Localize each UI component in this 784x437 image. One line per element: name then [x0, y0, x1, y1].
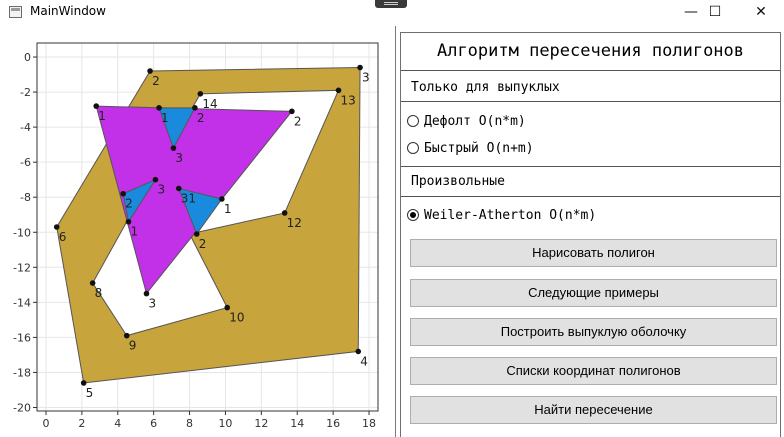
separator — [401, 196, 780, 197]
separator — [401, 70, 780, 71]
vertex-label: 2 — [199, 237, 207, 251]
y-tick-label: -18 — [13, 366, 31, 379]
vertex-point — [193, 231, 200, 237]
radio-default-circle[interactable] — [407, 115, 419, 127]
radio-fast-circle[interactable] — [407, 142, 419, 154]
draw-polygon-button[interactable]: Нарисовать полигон — [410, 239, 777, 267]
vertex-point — [120, 190, 126, 197]
vertex-point — [357, 64, 363, 71]
close-button[interactable]: ✕ — [738, 0, 784, 26]
panel-title: Алгоритм пересечения полигонов — [436, 41, 745, 61]
x-tick-label: 12 — [254, 417, 268, 430]
radio-weiler-label: Weiler-Atherton O(n*m) — [424, 207, 597, 223]
vertex-label: 10 — [229, 311, 244, 325]
vertex-label: 1 — [131, 225, 139, 239]
vertex-label: 4 — [360, 354, 368, 368]
y-tick-label: -8 — [20, 191, 31, 204]
vertex-point — [197, 91, 204, 97]
y-tick-label: -20 — [13, 401, 31, 414]
vertex-point — [175, 185, 182, 192]
vertex-point — [170, 145, 177, 151]
vertex-point — [224, 304, 231, 311]
vertex-point — [219, 196, 225, 202]
y-tick-label: -6 — [20, 156, 31, 169]
vertex-label: 1 — [161, 111, 169, 125]
vertex-label: 2 — [197, 111, 205, 125]
vertex-label: 2 — [152, 74, 160, 88]
y-tick-label: -4 — [20, 121, 31, 134]
vertex-point — [156, 105, 162, 111]
separator — [401, 101, 780, 102]
build-convex-hull-button[interactable]: Построить выпуклую оболочку — [410, 318, 777, 346]
y-tick-label: 0 — [24, 51, 31, 64]
vertex-point — [125, 218, 132, 225]
algorithm-panel: Алгоритм пересечения полигонов Только дл… — [400, 32, 781, 437]
vertex-point — [80, 380, 87, 386]
vertex-label: 9 — [129, 339, 137, 353]
vertex-label: 3 — [175, 151, 183, 165]
radio-default[interactable]: Дефолт O(n*m) — [407, 112, 526, 130]
radio-default-label: Дефолт O(n*m) — [424, 113, 526, 129]
coordinate-lists-button[interactable]: Списки координат полигонов — [410, 357, 777, 385]
vertex-point — [89, 280, 96, 286]
radio-weiler-atherton[interactable]: Weiler-Atherton O(n*m) — [407, 206, 596, 224]
vertex-label: 5 — [86, 386, 94, 400]
convex-section-label: Только для выпуклых — [411, 80, 560, 95]
vertex-label: 3 — [157, 183, 165, 197]
radio-fast-label: Быстрый O(n+m) — [424, 140, 534, 156]
x-tick-label: 14 — [290, 417, 304, 430]
y-tick-label: -16 — [13, 331, 31, 344]
x-tick-label: 0 — [42, 417, 49, 430]
radio-fast[interactable]: Быстрый O(n+m) — [407, 139, 534, 157]
vertex-label: 3 — [148, 297, 156, 311]
polygon-plot[interactable]: 0 2 4 6 8 10 12 14 16 18 0 -2 -4 -6 -8 -10 -12 -14 -16 -18-… — [0, 26, 392, 437]
vertex-point — [123, 332, 130, 339]
vertex-point — [335, 87, 342, 94]
arbitrary-section-label: Произвольные — [411, 174, 505, 189]
x-tick-label: 4 — [114, 417, 121, 430]
y-tick-label: -12 — [13, 261, 31, 274]
x-tick-label: 8 — [186, 417, 193, 430]
vertex-point — [143, 290, 150, 297]
vertex-label: 2 — [294, 114, 302, 128]
x-tick-label: 16 — [326, 417, 340, 430]
x-tick-label: 10 — [218, 417, 232, 430]
vertex-point — [355, 348, 362, 355]
vertical-divider[interactable] — [395, 26, 396, 437]
x-tick-label: 2 — [78, 417, 85, 430]
x-tick-label: 18 — [362, 417, 376, 430]
chart-svg: 0 2 4 6 8 10 12 14 16 180-2-4-6-8-10-12-14-16-18-… — [13, 42, 379, 430]
drag-handle[interactable] — [375, 0, 407, 8]
y-tick-label: -14 — [13, 296, 31, 309]
separator — [401, 166, 780, 167]
app-icon — [9, 6, 22, 18]
vertex-label: 1 — [98, 109, 106, 123]
radio-weiler-circle[interactable] — [407, 209, 419, 221]
vertex-label: 31 — [181, 191, 196, 205]
vertex-label: 12 — [287, 216, 302, 230]
vertex-point — [281, 210, 288, 216]
y-tick-label: -10 — [13, 226, 31, 239]
vertex-label: 1 — [224, 202, 232, 216]
window-title: MainWindow — [30, 4, 106, 18]
vertex-point — [152, 176, 159, 183]
next-examples-button[interactable]: Следующие примеры — [410, 279, 777, 307]
vertex-point — [192, 105, 198, 111]
vertex-label: 2 — [125, 197, 133, 211]
vertex-label: 6 — [59, 230, 67, 244]
vertex-point — [289, 108, 295, 115]
vertex-label: 14 — [202, 97, 217, 111]
vertex-point — [93, 103, 100, 109]
y-tick-label: -2 — [20, 86, 31, 99]
maximize-button[interactable]: ☐ — [692, 0, 738, 26]
vertex-label: 13 — [341, 93, 356, 107]
vertex-point — [53, 224, 60, 230]
vertex-label: 8 — [95, 286, 103, 300]
x-tick-label: 6 — [150, 417, 157, 430]
vertex-label: 3 — [362, 71, 370, 85]
find-intersection-button[interactable]: Найти пересечение — [410, 396, 777, 424]
title-bar: MainWindow — ☐ ✕ — [0, 0, 784, 26]
vertex-point — [147, 68, 153, 74]
